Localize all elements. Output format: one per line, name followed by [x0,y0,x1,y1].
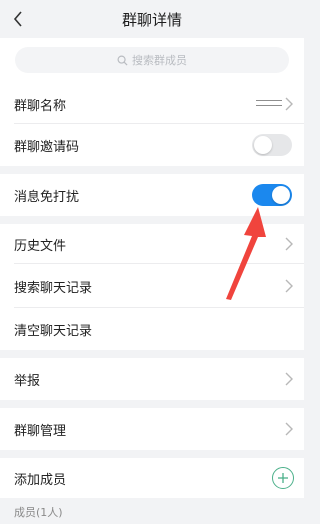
do-not-disturb-toggle[interactable] [252,184,292,206]
plus-icon [278,473,288,483]
row-group-name[interactable]: 群聊名称 [0,84,304,124]
clear-history-label: 清空聊天记录 [14,323,93,339]
row-add-member[interactable]: 添加成员 [0,458,304,498]
row-clear-history[interactable]: 清空聊天记录 [0,308,304,350]
chevron-right-icon [285,422,293,436]
history-files-label: 历史文件 [14,238,67,254]
row-report[interactable]: 举报 [0,358,304,400]
add-member-label: 添加成员 [14,472,67,488]
add-member-button[interactable] [272,467,294,489]
row-group-management[interactable]: 群聊管理 [0,408,304,450]
group-name-label: 群聊名称 [14,98,67,114]
header-bar: 群聊详情 [0,0,304,38]
report-label: 举报 [14,373,41,389]
search-history-label: 搜索聊天记录 [14,280,93,296]
invite-code-toggle[interactable] [252,134,292,156]
page-title: 群聊详情 [121,11,182,29]
chevron-right-icon [285,279,293,293]
chevron-right-icon [285,237,293,251]
group-management-label: 群聊管理 [14,423,67,439]
do-not-disturb-label: 消息免打扰 [14,189,80,205]
members-count-label: 成员(1人) [14,506,63,519]
row-do-not-disturb: 消息免打扰 [0,174,304,216]
toggle-knob [272,186,290,204]
search-icon [117,55,128,66]
search-placeholder: 搜索群成员 [132,54,187,67]
group-name-value [256,100,282,108]
search-section: 搜索群成员 [0,38,304,84]
chevron-right-icon [285,372,293,386]
row-history-files[interactable]: 历史文件 [0,224,304,264]
invite-code-label: 群聊邀请码 [14,139,80,155]
chevron-right-icon [285,97,293,111]
search-input[interactable]: 搜索群成员 [15,47,289,73]
row-invite-code: 群聊邀请码 [0,124,304,166]
row-search-history[interactable]: 搜索聊天记录 [0,264,304,308]
toggle-knob [254,136,272,154]
